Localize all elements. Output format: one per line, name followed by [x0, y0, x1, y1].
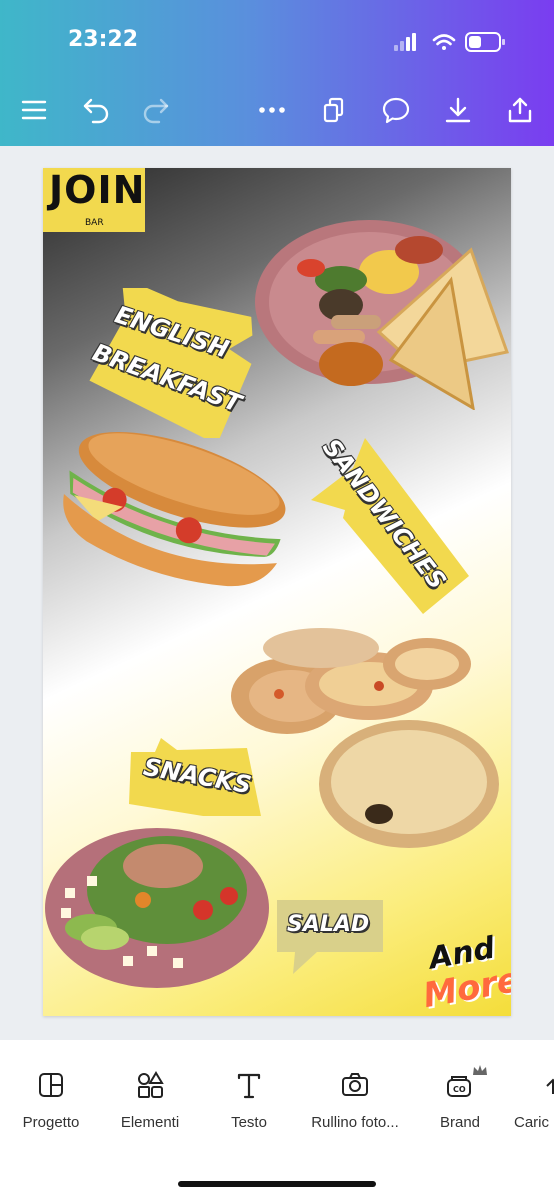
more-icon: [259, 107, 285, 113]
comment-button[interactable]: [374, 84, 418, 136]
share-button[interactable]: [498, 84, 542, 136]
tool-testo[interactable]: Testo: [194, 1070, 304, 1131]
menu-icon: [21, 100, 47, 120]
tool-progetto-label: Progetto: [22, 1114, 80, 1131]
svg-text:CO: CO: [453, 1085, 466, 1094]
tool-brand-label: Brand: [439, 1114, 481, 1131]
salad-photo[interactable]: [43, 818, 271, 990]
status-icons: [394, 32, 505, 52]
download-button[interactable]: [436, 84, 480, 136]
duplicate-pages-icon: [323, 97, 344, 123]
sandwich-photo[interactable]: [43, 426, 299, 602]
english-breakfast-photo[interactable]: [251, 220, 511, 410]
logo-sub-text: BAR: [85, 218, 104, 228]
tool-elementi[interactable]: Elementi: [95, 1070, 205, 1131]
undo-button[interactable]: [74, 84, 118, 136]
design-page[interactable]: JOIN BAR ENGLISH BREAKFAST SANDWICHES SN…: [43, 168, 511, 1016]
pages-button[interactable]: [312, 84, 356, 136]
app-header: 23:22: [0, 0, 554, 146]
camera-icon: [342, 1073, 368, 1096]
menu-button[interactable]: [12, 84, 56, 136]
tool-rullino[interactable]: Rullino foto...: [300, 1070, 410, 1131]
snacks-photo[interactable]: [229, 624, 507, 850]
share-icon: [508, 97, 532, 123]
tool-elementi-label: Elementi: [120, 1114, 180, 1131]
layout-icon: [39, 1073, 63, 1097]
bottom-tool-bar: Progetto Elementi Testo Rullino foto... …: [0, 1040, 554, 1200]
tool-progetto[interactable]: Progetto: [0, 1070, 106, 1131]
home-indicator: [178, 1181, 376, 1187]
logo-main-text: JOIN: [49, 168, 146, 212]
wifi-icon: [432, 34, 456, 50]
join-bar-logo[interactable]: JOIN BAR: [43, 168, 145, 232]
undo-icon: [83, 98, 109, 124]
tool-caricamenti-label: Caric: [514, 1114, 550, 1131]
salad-label[interactable]: SALAD: [287, 912, 369, 937]
redo-button[interactable]: [134, 84, 178, 136]
brand-icon: CO: [447, 1076, 471, 1097]
battery-icon: [465, 32, 505, 52]
redo-icon: [143, 98, 169, 124]
crown-icon: [473, 1065, 487, 1075]
tool-caricamenti[interactable]: Caric: [500, 1070, 554, 1131]
tool-testo-label: Testo: [231, 1114, 267, 1131]
more-button[interactable]: [250, 84, 294, 136]
signal-icon: [394, 33, 416, 51]
download-icon: [445, 97, 471, 123]
status-time: 23:22: [68, 27, 139, 52]
shapes-icon: [138, 1071, 164, 1098]
text-icon: [237, 1073, 261, 1099]
tool-brand[interactable]: CO Brand: [405, 1070, 515, 1131]
tool-rullino-label: Rullino foto...: [311, 1114, 399, 1131]
upload-icon: [546, 1078, 554, 1094]
comment-icon: [382, 97, 410, 124]
